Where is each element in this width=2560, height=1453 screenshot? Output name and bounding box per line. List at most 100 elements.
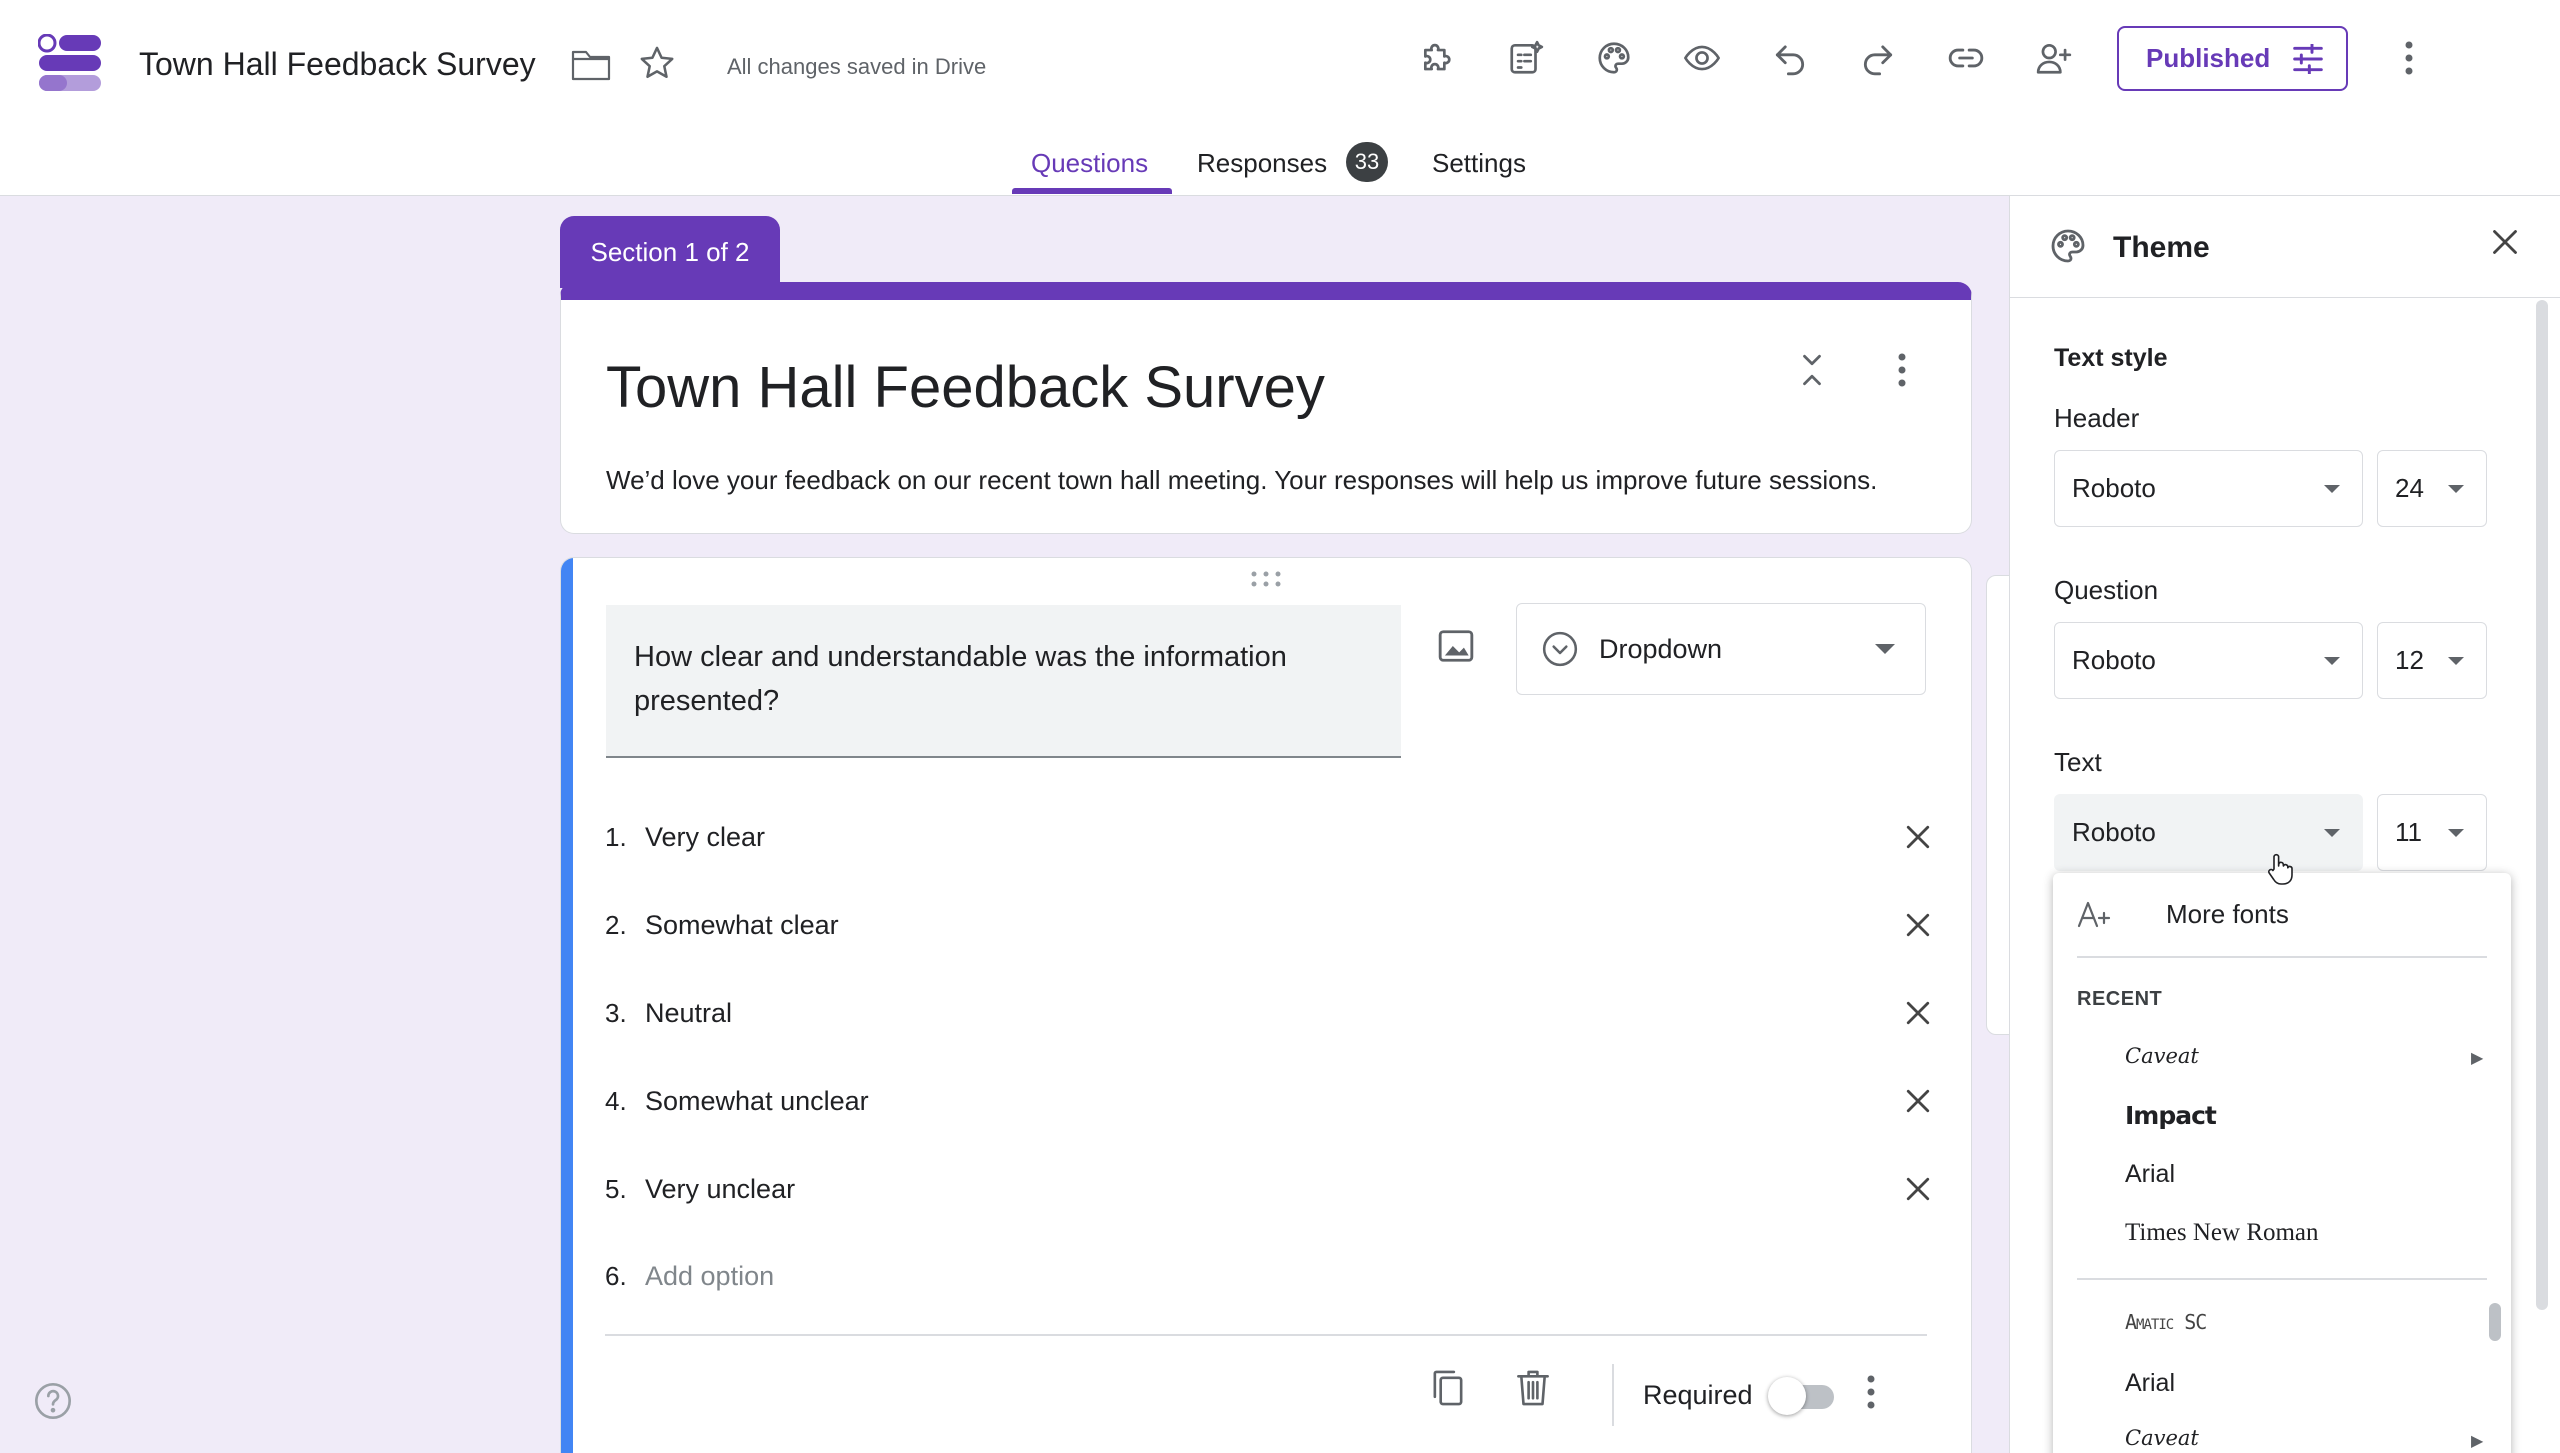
recent-fonts-heading: RECENT — [2077, 988, 2163, 1010]
hand-cursor-icon — [2265, 852, 2293, 886]
link-icon[interactable] — [1944, 36, 1988, 80]
remove-option-close-icon[interactable] — [1896, 1079, 1940, 1123]
ai-form-icon[interactable] — [1504, 36, 1548, 80]
header-size-select[interactable]: 24 — [2377, 450, 2487, 527]
help-icon[interactable] — [33, 1381, 73, 1421]
list-item[interactable]: 5. Very unclear — [605, 1159, 1940, 1219]
chevron-down-icon — [2448, 484, 2464, 493]
dropdown-type-icon — [1542, 631, 1578, 667]
option-number: 5. — [605, 1173, 627, 1204]
palette-icon — [2048, 226, 2088, 266]
question-more-icon[interactable] — [1866, 1375, 1876, 1409]
tab-responses[interactable]: Responses — [1197, 148, 1327, 179]
menu-divider — [2077, 1278, 2487, 1280]
chevron-down-icon — [2324, 484, 2340, 493]
star-icon[interactable] — [638, 44, 676, 82]
question-size-select[interactable]: 12 — [2377, 622, 2487, 699]
list-item[interactable]: 1. Very clear — [605, 807, 1940, 867]
form-description[interactable]: We’d love your feedback on our recent to… — [606, 465, 1877, 496]
collapse-section-icon[interactable] — [1790, 348, 1834, 392]
font-option-impact[interactable]: Impact — [2125, 1101, 2217, 1130]
option-text[interactable]: Neutral — [645, 998, 1896, 1029]
option-number: 6. — [605, 1260, 627, 1291]
tab-settings[interactable]: Settings — [1432, 148, 1526, 179]
header-size-value: 24 — [2395, 473, 2424, 503]
header-font-value: Roboto — [2072, 473, 2156, 503]
font-option-amatic-sc[interactable]: Amatic SC — [2125, 1310, 2207, 1334]
text-size-select[interactable]: 11 — [2377, 794, 2487, 871]
submenu-arrow-icon: ▶ — [2471, 1050, 2484, 1067]
question-title-input[interactable]: How clear and understandable was the inf… — [606, 605, 1401, 758]
remove-option-close-icon[interactable] — [1896, 1167, 1940, 1211]
header-font-select[interactable]: Roboto — [2054, 450, 2363, 527]
section-more-icon[interactable] — [1880, 348, 1924, 392]
header-style-label: Header — [2054, 403, 2140, 433]
option-number: 2. — [605, 909, 627, 940]
preview-eye-icon[interactable] — [1680, 36, 1724, 80]
remove-option-close-icon[interactable] — [1896, 991, 1940, 1035]
add-option-input[interactable]: Add option — [645, 1261, 1940, 1292]
forms-logo-icon[interactable] — [38, 34, 102, 92]
theme-panel-header: Theme — [2010, 196, 2560, 298]
chevron-down-icon — [2448, 656, 2464, 665]
font-option-arial[interactable]: Arial — [2125, 1160, 2175, 1189]
remove-option-close-icon[interactable] — [1896, 903, 1940, 947]
option-number: 4. — [605, 1085, 627, 1116]
text-size-value: 11 — [2395, 817, 2422, 847]
more-vert-icon[interactable] — [2387, 36, 2431, 80]
option-text[interactable]: Somewhat unclear — [645, 1086, 1896, 1117]
drag-handle-icon[interactable] — [1251, 570, 1281, 588]
option-text[interactable]: Very unclear — [645, 1174, 1896, 1205]
option-text[interactable]: Very clear — [645, 822, 1896, 853]
question-font-select[interactable]: Roboto — [2054, 622, 2363, 699]
chevron-down-icon — [2324, 656, 2340, 665]
floating-toolbar-edge[interactable] — [1986, 575, 2010, 1035]
text-style-heading: Text style — [2054, 344, 2168, 372]
save-status: All changes saved in Drive — [727, 54, 987, 79]
tab-questions[interactable]: Questions — [1031, 148, 1148, 179]
chevron-down-icon — [2324, 828, 2340, 837]
close-icon[interactable] — [2483, 220, 2527, 264]
undo-icon[interactable] — [1768, 36, 1812, 80]
responses-count-badge: 33 — [1346, 142, 1388, 182]
toggle-knob — [1768, 1377, 1806, 1415]
theme-title: Theme — [2113, 231, 2210, 264]
menu-scrollbar[interactable] — [2489, 1303, 2501, 1341]
question-type-label: Dropdown — [1599, 633, 1723, 664]
form-title-card[interactable]: Town Hall Feedback Survey We’d love your… — [560, 282, 1972, 534]
list-item[interactable]: 4. Somewhat unclear — [605, 1071, 1940, 1131]
section-label: Section 1 of 2 — [560, 216, 780, 288]
add-collaborator-icon[interactable] — [2032, 36, 2076, 80]
panel-scrollbar[interactable] — [2536, 300, 2548, 1310]
form-title[interactable]: Town Hall Feedback Survey — [606, 354, 1325, 421]
add-option-item[interactable]: 6. Add option — [605, 1246, 1940, 1306]
more-fonts-label: More fonts — [2166, 899, 2289, 929]
text-style-label: Text — [2054, 747, 2102, 777]
option-number: 1. — [605, 821, 627, 852]
remove-option-close-icon[interactable] — [1896, 815, 1940, 859]
active-tab-indicator — [1012, 188, 1172, 194]
palette-icon[interactable] — [1592, 36, 1636, 80]
list-item — [606, 1340, 1941, 1400]
question-type-select[interactable]: Dropdown — [1516, 603, 1926, 695]
document-title[interactable]: Town Hall Feedback Survey — [139, 46, 536, 83]
text-font-value: Roboto — [2072, 817, 2156, 847]
font-option-times-new-roman[interactable]: Times New Roman — [2125, 1219, 2319, 1247]
list-item[interactable]: 2. Somewhat clear — [605, 895, 1940, 955]
font-option-caveat[interactable]: Caveat — [2125, 1044, 2199, 1068]
addon-puzzle-icon[interactable] — [1416, 36, 1460, 80]
duplicate-icon[interactable] — [1430, 1369, 1466, 1407]
text-font-select[interactable]: Roboto — [2054, 794, 2363, 871]
redo-icon[interactable] — [1856, 36, 1900, 80]
published-button[interactable]: Published — [2117, 26, 2348, 91]
question-font-value: Roboto — [2072, 645, 2156, 675]
add-image-icon[interactable] — [1437, 628, 1475, 664]
chevron-down-icon — [1875, 644, 1895, 654]
required-toggle[interactable] — [1768, 1377, 1836, 1415]
folder-icon[interactable] — [570, 46, 612, 82]
font-option-arial[interactable]: Arial — [2125, 1369, 2175, 1398]
list-item[interactable]: 3. Neutral — [605, 983, 1940, 1043]
trash-icon[interactable] — [1516, 1369, 1550, 1407]
option-text[interactable]: Somewhat clear — [645, 910, 1896, 941]
font-option-caveat[interactable]: Caveat — [2125, 1426, 2199, 1450]
